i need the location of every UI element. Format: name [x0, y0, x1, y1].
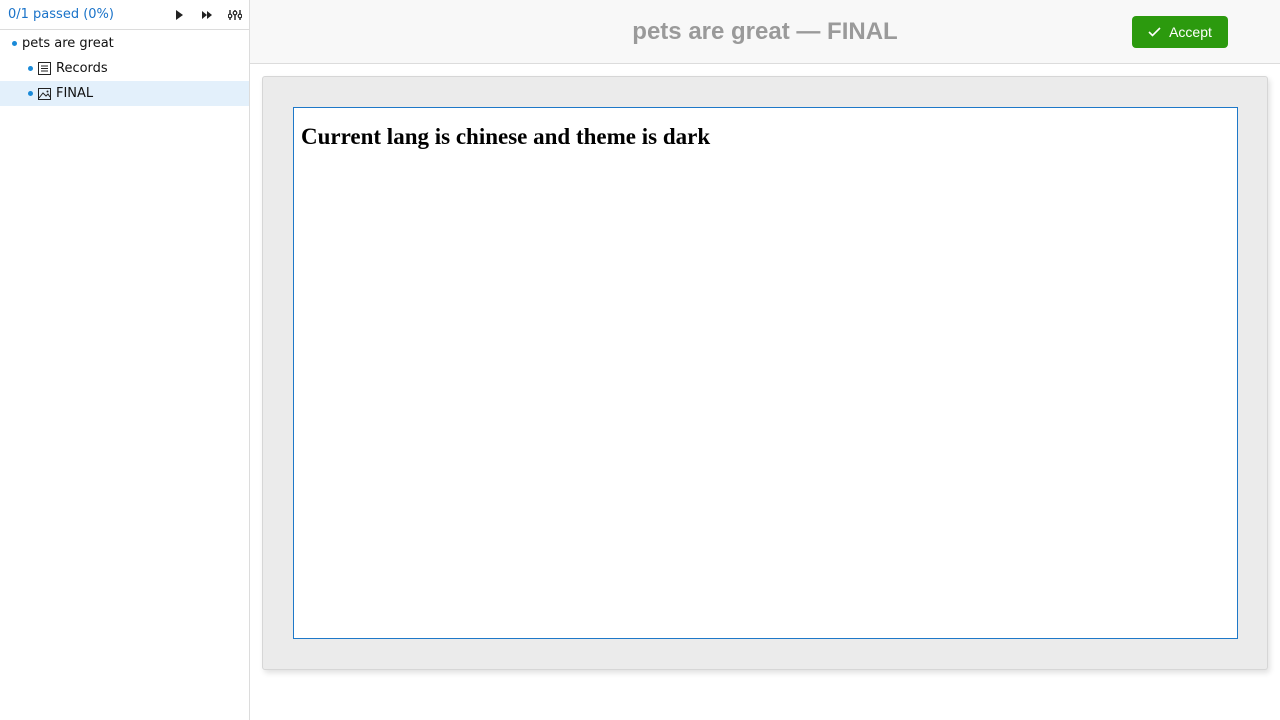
preview-frame: Current lang is chinese and theme is dar…	[262, 76, 1268, 670]
sidebar: 0/1 passed (0%) pets are great Records F…	[0, 0, 250, 720]
main-header: pets are great — FINAL Accept	[250, 0, 1280, 64]
tree-item-final[interactable]: FINAL	[0, 81, 249, 106]
accept-button[interactable]: Accept	[1132, 16, 1228, 48]
run-all-button[interactable]	[193, 1, 221, 29]
main-panel: pets are great — FINAL Accept Current la…	[250, 0, 1280, 720]
page-title: pets are great — FINAL	[632, 18, 898, 45]
pass-status[interactable]: 0/1 passed (0%)	[8, 7, 165, 22]
preview-heading: Current lang is chinese and theme is dar…	[301, 124, 711, 149]
run-button[interactable]	[165, 1, 193, 29]
status-dot	[28, 66, 33, 71]
settings-button[interactable]	[221, 1, 249, 29]
tree-item-records[interactable]: Records	[0, 56, 249, 81]
fast-forward-icon	[202, 10, 212, 19]
test-tree: pets are great Records FINAL	[0, 30, 249, 106]
app-window: 0/1 passed (0%) pets are great Records F…	[0, 0, 1280, 720]
accept-label: Accept	[1169, 24, 1212, 40]
tree-item-label: FINAL	[56, 86, 94, 101]
tree-item-label: Records	[56, 61, 108, 76]
list-icon	[38, 62, 52, 76]
status-dot	[12, 41, 17, 46]
tree-item-suite[interactable]: pets are great	[0, 31, 249, 56]
check-icon	[1148, 27, 1161, 37]
status-dot	[28, 91, 33, 96]
screenshot-preview: Current lang is chinese and theme is dar…	[293, 107, 1238, 639]
image-icon	[38, 87, 52, 101]
play-icon	[176, 9, 183, 20]
sidebar-header: 0/1 passed (0%)	[0, 0, 249, 30]
tree-item-label: pets are great	[22, 36, 114, 51]
sliders-icon	[228, 9, 242, 20]
